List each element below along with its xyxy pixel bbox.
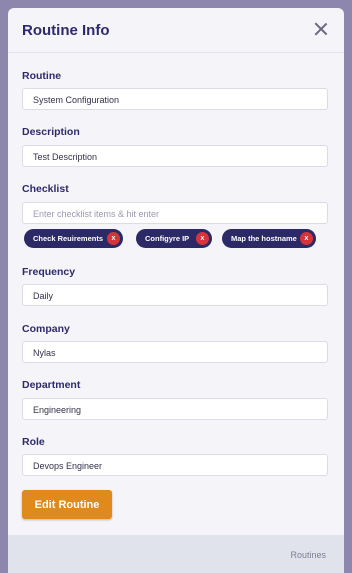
checklist-chip: Map the hostname x	[222, 229, 316, 248]
description-field[interactable]: Test Description	[22, 145, 328, 167]
checklist-chip-label: Check Reuirements	[33, 234, 104, 243]
modal-footer: Routines	[8, 535, 344, 573]
frequency-label: Frequency	[22, 266, 76, 278]
remove-chip-icon[interactable]: x	[107, 232, 120, 245]
company-label: Company	[22, 323, 70, 335]
checklist-chip-label: Map the hostname	[231, 234, 297, 243]
department-field[interactable]: Engineering	[22, 398, 328, 420]
checklist-chip: Check Reuirements x	[24, 229, 123, 248]
routine-label: Routine	[22, 70, 62, 82]
remove-chip-icon[interactable]: x	[300, 232, 313, 245]
checklist-input[interactable]: Enter checklist items & hit enter	[22, 202, 328, 224]
routine-info-modal: Routine Info Routine System Configuratio…	[8, 8, 344, 573]
checklist-chip-label: Configyre IP	[145, 234, 190, 243]
routine-field[interactable]: System Configuration	[22, 88, 328, 110]
edit-routine-button[interactable]: Edit Routine	[22, 490, 112, 519]
role-label: Role	[22, 436, 45, 448]
checklist-label: Checklist	[22, 183, 69, 195]
frequency-field[interactable]: Daily	[22, 284, 328, 306]
checklist-chip: Configyre IP x	[136, 229, 212, 248]
close-icon[interactable]	[312, 20, 330, 38]
modal-header: Routine Info	[8, 8, 344, 53]
description-label: Description	[22, 126, 80, 138]
modal-title: Routine Info	[22, 22, 110, 39]
department-label: Department	[22, 379, 81, 391]
remove-chip-icon[interactable]: x	[196, 232, 209, 245]
company-field[interactable]: Nylas	[22, 341, 328, 363]
routines-link[interactable]: Routines	[290, 550, 326, 560]
role-field[interactable]: Devops Engineer	[22, 454, 328, 476]
